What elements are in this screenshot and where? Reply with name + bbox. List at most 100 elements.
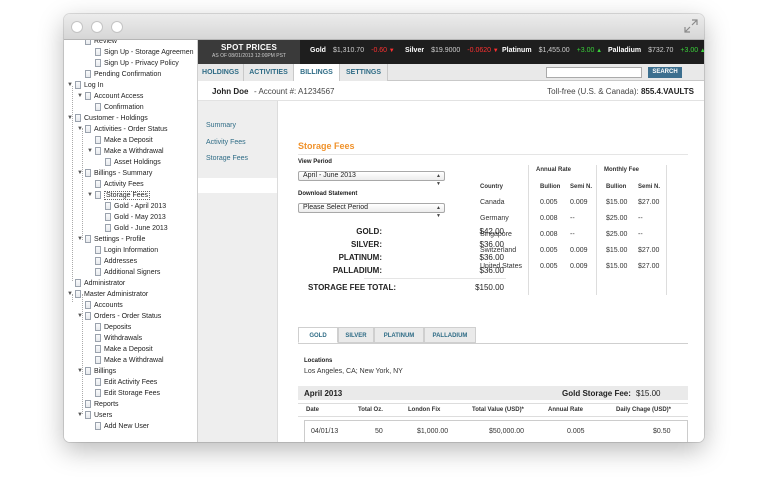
expand-toggle-icon[interactable]: ▼ xyxy=(76,91,84,102)
rates-cell: 0.005 xyxy=(540,247,558,254)
tree-item[interactable]: Add New User xyxy=(86,421,149,432)
tree-item[interactable]: ▼ Billings xyxy=(76,366,116,377)
expand-toggle-icon[interactable]: ▼ xyxy=(86,190,94,201)
tree-item[interactable]: ▼ Customer - Holdings xyxy=(66,113,148,124)
tree-item[interactable]: Deposits xyxy=(86,322,131,333)
tree-item[interactable]: ▼ Account Access xyxy=(76,91,143,102)
tree-item[interactable]: Activity Fees xyxy=(86,179,144,190)
rates-cell: -- xyxy=(638,231,643,238)
submenu-storage-fees[interactable]: Storage Fees xyxy=(206,155,248,162)
tab-activities[interactable]: ACTIVITIES xyxy=(244,64,294,81)
tree-item-label: Make a Withdrawal xyxy=(104,148,164,155)
metal-tab-platinum[interactable]: PLATINUM xyxy=(374,327,424,343)
daily-col-header: Date xyxy=(306,407,320,413)
minimize-window-button[interactable] xyxy=(91,21,103,33)
tree-item[interactable]: Review xyxy=(76,40,117,47)
metal-tab-palladium[interactable]: PALLADIUM xyxy=(424,327,476,343)
tree-item[interactable]: Gold - April 2013 xyxy=(96,201,166,212)
tree-item[interactable]: ▼ Log In xyxy=(66,80,103,91)
tree-item[interactable]: Edit Activity Fees xyxy=(86,377,157,388)
tree-item[interactable]: ▼ Orders - Order Status xyxy=(76,311,161,322)
tree-item[interactable]: ▼ Users xyxy=(76,410,112,421)
tree-item[interactable]: ▼ Storage Fees xyxy=(86,190,151,201)
arrow-down-icon: ▼ xyxy=(491,48,499,54)
ticker-palladium: Palladium $732.70 +3.00 ▲ xyxy=(608,47,704,54)
rates-cell: $27.00 xyxy=(638,199,660,206)
fullscreen-icon[interactable] xyxy=(684,19,698,33)
period-name: April 2013 xyxy=(304,389,343,398)
expand-toggle-icon[interactable]: ▼ xyxy=(76,124,84,135)
submenu-activity-fees[interactable]: Activity Fees xyxy=(206,139,246,146)
tollfree-number: 855.4.VAULTS xyxy=(640,87,694,96)
tab-holdings[interactable]: HOLDINGS xyxy=(198,64,244,81)
daily-table-header: Date Total Oz. London Fix Total Value (USD)… xyxy=(298,403,688,417)
tab-settings[interactable]: SETTINGS xyxy=(340,64,388,81)
page-icon xyxy=(95,334,101,342)
tree-item-label: Make a Withdrawal xyxy=(104,357,164,364)
expand-toggle-icon[interactable]: ▼ xyxy=(86,146,94,157)
arrow-up-icon: ▲ xyxy=(699,48,704,54)
tree-item[interactable]: Asset Holdings xyxy=(96,157,161,168)
tree-item[interactable]: Make a Deposit xyxy=(86,135,153,146)
expand-toggle-icon[interactable]: ▼ xyxy=(76,311,84,322)
ticker-change: +3.00 xyxy=(576,47,595,54)
tree-item-label: Gold - May 2013 xyxy=(114,214,166,221)
tree-item[interactable]: Confirmation xyxy=(86,102,144,113)
tree-item[interactable]: Gold - June 2013 xyxy=(96,223,168,234)
tree-item[interactable]: Make a Deposit xyxy=(86,344,153,355)
metal-tab-silver[interactable]: SILVER xyxy=(338,327,374,343)
page-icon xyxy=(95,59,101,67)
tree-item[interactable]: ▼ Make a Withdrawal xyxy=(86,146,164,157)
download-statement-select[interactable]: Please Select Period ▲ ▼ xyxy=(298,203,445,219)
tree-item-label: Orders - Order Status xyxy=(94,313,162,320)
expand-toggle-icon[interactable]: ▼ xyxy=(76,234,84,245)
ticker-silver: Silver $19.9000 -0.0620 ▼ xyxy=(405,47,499,54)
user-name: John Doe xyxy=(212,87,249,96)
search-button[interactable]: SEARCH xyxy=(648,67,682,78)
rates-cell: 0.009 xyxy=(570,263,588,270)
metal-tab-gold[interactable]: GOLD xyxy=(298,327,338,343)
tree-item[interactable]: Accounts xyxy=(76,300,123,311)
tree-item[interactable]: Edit Storage Fees xyxy=(86,388,160,399)
browser-window: Review Sign Up - Storage Agreemen Sign Up … xyxy=(64,14,704,442)
tree-item[interactable]: ▼ Activities - Order Status xyxy=(76,124,168,135)
tree-item[interactable]: Additional Signers xyxy=(86,267,160,278)
expand-toggle-icon[interactable]: ▼ xyxy=(76,168,84,179)
tree-item[interactable]: Login Information xyxy=(86,245,158,256)
daily-col-header: London Fix xyxy=(408,407,441,413)
rates-cell: Singapore xyxy=(480,231,512,238)
expand-toggle-icon[interactable]: ▼ xyxy=(66,289,74,300)
tree-item[interactable]: ▼ Billings - Summary xyxy=(76,168,152,179)
expand-toggle-icon[interactable]: ▼ xyxy=(76,366,84,377)
close-window-button[interactable] xyxy=(71,21,83,33)
rates-cell: -- xyxy=(570,231,575,238)
view-period-select[interactable]: April - June 2013 ▲ ▼ xyxy=(298,171,445,187)
tree-item[interactable]: Addresses xyxy=(86,256,137,267)
page-icon xyxy=(85,40,91,45)
expand-toggle-icon[interactable]: ▼ xyxy=(66,80,74,91)
tree-item[interactable]: Withdrawals xyxy=(86,333,142,344)
tree-item[interactable]: Administrator xyxy=(66,278,125,289)
expand-toggle-icon[interactable]: ▼ xyxy=(66,113,74,124)
tree-item[interactable]: Pending Confirmation xyxy=(76,69,161,80)
tree-item[interactable]: Gold - May 2013 xyxy=(96,212,166,223)
search-input[interactable] xyxy=(546,67,642,78)
rates-cell: 0.005 xyxy=(540,263,558,270)
tree-item-label: Billings xyxy=(94,368,117,375)
rates-cell: $15.00 xyxy=(606,199,628,206)
page-icon xyxy=(95,389,101,397)
monthly-fee-header: Monthly Fee xyxy=(604,167,640,173)
tab-billings[interactable]: BILLINGS xyxy=(294,64,340,81)
locations-value: Los Angeles, CA; New York, NY xyxy=(304,368,403,375)
zoom-window-button[interactable] xyxy=(111,21,123,33)
tree-item[interactable]: ▼ Settings - Profile xyxy=(76,234,145,245)
tree-item[interactable]: Sign Up - Privacy Policy xyxy=(86,58,179,69)
expand-toggle-icon[interactable]: ▼ xyxy=(76,410,84,421)
tree-item-label: Pending Confirmation xyxy=(94,71,162,78)
tree-item[interactable]: Make a Withdrawal xyxy=(86,355,164,366)
tree-item[interactable]: ▼ Master Administrator xyxy=(66,289,148,300)
submenu-summary[interactable]: Summary xyxy=(206,122,236,129)
tree-item-label: Accounts xyxy=(94,302,123,309)
tree-item[interactable]: Reports xyxy=(76,399,119,410)
tree-item[interactable]: Sign Up - Storage Agreemen xyxy=(86,47,194,58)
